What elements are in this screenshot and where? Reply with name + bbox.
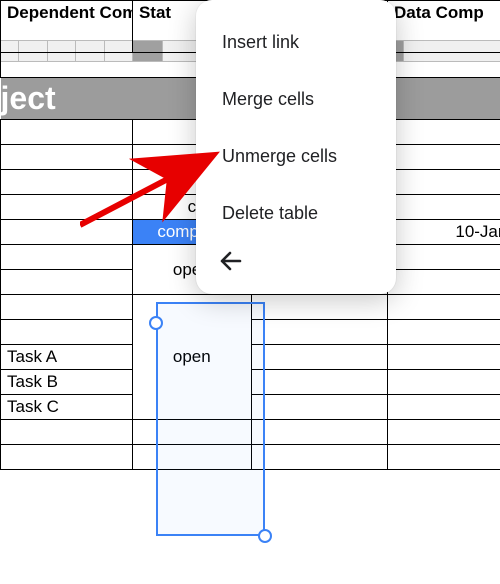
menu-insert-link[interactable]: Insert link [196, 14, 396, 71]
menu-delete-table[interactable]: Delete table [196, 185, 396, 242]
date-cell[interactable]: 10-Jan- [388, 220, 500, 245]
deps-cell[interactable]: Task C [1, 395, 133, 420]
deps-cell[interactable]: Task B [1, 370, 133, 395]
menu-back-button[interactable] [196, 242, 396, 280]
deps-cell[interactable]: Task A [1, 345, 133, 370]
selection-handle-bottom[interactable] [258, 529, 272, 543]
header-comp[interactable]: Data Comp [388, 1, 500, 53]
menu-unmerge-cells[interactable]: Unmerge cells [196, 128, 396, 185]
table-cell[interactable] [1, 120, 133, 145]
table-cell[interactable] [388, 120, 500, 145]
arrow-left-icon [218, 250, 244, 272]
banner-text: ject [1, 80, 56, 116]
menu-merge-cells[interactable]: Merge cells [196, 71, 396, 128]
context-menu: Insert link Merge cells Unmerge cells De… [196, 0, 396, 294]
header-deps[interactable]: Dependent Components [1, 1, 133, 53]
status-cell-open[interactable]: open [132, 295, 251, 420]
